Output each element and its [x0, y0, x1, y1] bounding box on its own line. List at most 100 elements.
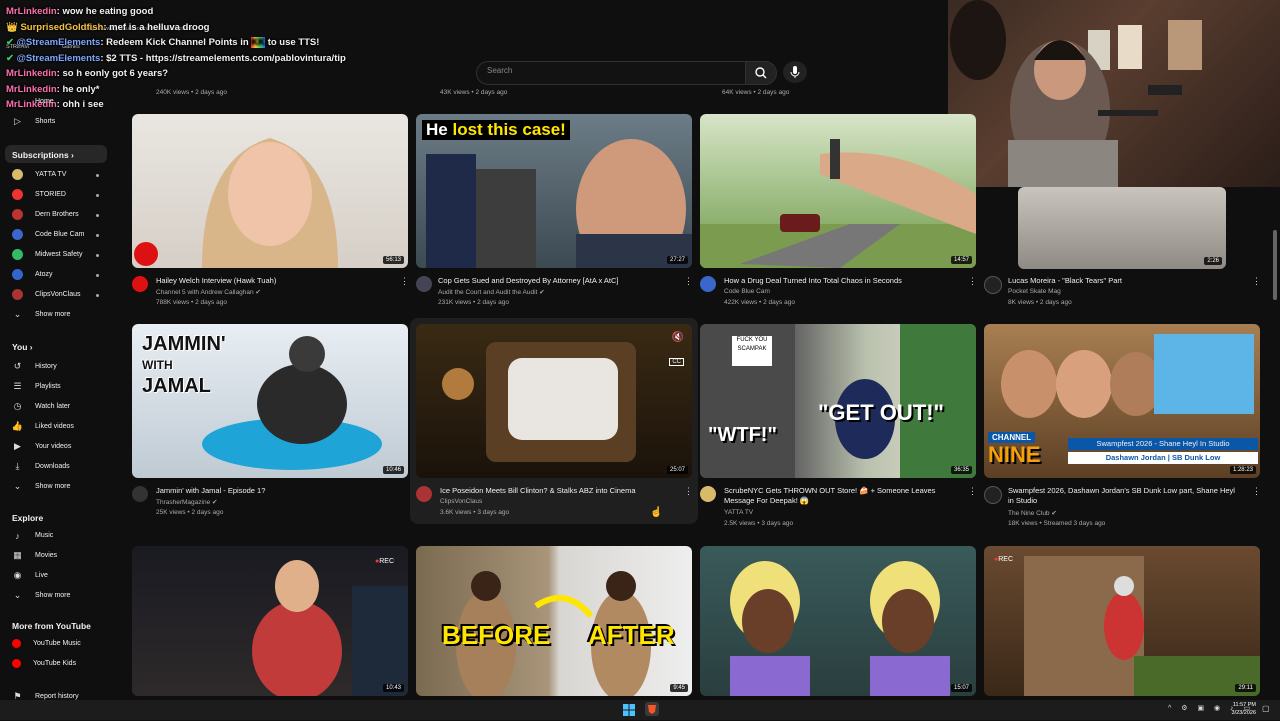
sidebar-item-home[interactable]: Home [12, 96, 54, 107]
page-scrollbar[interactable] [1273, 230, 1277, 300]
sidebar-header-you[interactable]: You › [12, 342, 33, 352]
crown-icon: 👑 [6, 21, 21, 33]
channel-name[interactable]: YATTA TV [724, 509, 753, 516]
search-input[interactable]: Search [476, 61, 746, 85]
video-meta: 422K views • 2 days ago [724, 299, 795, 306]
video-title[interactable]: Jammin' with Jamal - Episode 1? [156, 486, 265, 496]
channel-avatar[interactable] [416, 276, 432, 292]
show-more-button[interactable]: ⌄ Show more [12, 481, 71, 492]
notification-icon[interactable]: ▢ [1262, 704, 1270, 713]
sidebar-item-playlists[interactable]: ☰ Playlists [12, 381, 60, 392]
channel-name[interactable]: Code Blue Cam [724, 288, 770, 295]
more-options-icon[interactable]: ⋮ [1252, 486, 1261, 497]
show-more-button[interactable]: ⌄ Show more [12, 590, 71, 601]
chevron-down-icon: ⌄ [13, 309, 22, 319]
channel-name[interactable]: Channel 5 with Andrew Callaghan ✔ [156, 288, 261, 296]
video-title[interactable]: Ice Poseidon Meets Bill Clinton? & Stalk… [440, 486, 636, 496]
more-options-icon[interactable]: ⋮ [684, 276, 693, 287]
channel-avatar[interactable] [132, 276, 148, 292]
channel-name[interactable]: Audit the Court and Audit the Audit ✔ [438, 288, 545, 296]
video-duration: 1:28:23 [1229, 466, 1256, 474]
video-title[interactable]: Lucas Moreira - "Black Tears" Part [1008, 276, 1122, 286]
captions-icon[interactable]: CC [669, 358, 684, 366]
video-thumbnail[interactable]: 15:07 [700, 546, 976, 696]
sidebar-item-sub[interactable]: YATTA TV [12, 169, 66, 180]
windows-start-icon[interactable] [623, 703, 635, 716]
sidebar-item-watch-later[interactable]: ◷ Watch later [12, 401, 71, 412]
sidebar-item-sub[interactable]: Midwest Safety [12, 249, 82, 260]
video-thumbnail[interactable]: BEFORE AFTER 9:45 [416, 546, 692, 696]
channel-avatar[interactable] [984, 486, 1002, 504]
channel-name[interactable]: The Nine Club ✔ [1008, 509, 1057, 517]
sidebar-item-liked[interactable]: 👍 Liked videos [12, 421, 74, 432]
youtube-kids-icon [12, 659, 21, 668]
channel-avatar[interactable] [416, 486, 432, 502]
sidebar-item-youtube-music[interactable]: YouTube Music [12, 639, 81, 648]
video-thumbnail[interactable]: FUCK YOU SCAMPAK "WTF!" "GET OUT!" 36:35 [700, 324, 976, 478]
sidebar-item-movies[interactable]: ▦ Movies [12, 550, 57, 561]
video-thumbnail[interactable]: JAMMIN' WITH JAMAL 10:46 [132, 324, 408, 478]
video-thumbnail[interactable]: ●REC 29:11 [984, 546, 1260, 696]
video-title-line2[interactable]: in Studio [1008, 496, 1037, 506]
channel-avatar[interactable] [132, 486, 148, 502]
show-more-button[interactable]: ⌄ Show more [12, 309, 71, 320]
sidebar-item-youtube-kids[interactable]: YouTube Kids [12, 659, 76, 668]
sidebar-item-label: History [35, 363, 57, 370]
home-icon [12, 96, 23, 107]
browser-taskbar-icon[interactable] [645, 702, 659, 716]
video-thumbnail[interactable]: ●REC 10:43 [132, 546, 408, 696]
stream-chat-overlay: MrLinkedin: wow he eating good 👑 Surpris… [6, 4, 506, 113]
voice-search-button[interactable] [783, 61, 807, 83]
sidebar-item-sub[interactable]: STORIED [12, 189, 66, 200]
channel-name[interactable]: Pocket Skate Mag [1008, 288, 1061, 295]
more-options-icon[interactable]: ⋮ [968, 276, 977, 287]
video-thumbnail[interactable]: 2:26 [1018, 187, 1226, 269]
sidebar-item-sub[interactable]: Dern Brothers [12, 209, 79, 220]
channel-avatar[interactable] [984, 276, 1002, 294]
sidebar-item-history[interactable]: ↺ History [12, 361, 57, 372]
sidebar-item-your-videos[interactable]: ▶ Your videos [12, 441, 71, 452]
mute-icon[interactable]: 🔇 [672, 332, 684, 343]
video-thumbnail[interactable]: CHANNEL NINE Swampfest 2026 - Shane Heyl… [984, 324, 1260, 478]
sidebar-item-label: YATTA TV [35, 171, 67, 178]
channel-name[interactable]: ThrasherMagazine ✔ [156, 498, 217, 506]
sidebar-item-shorts[interactable]: ▷ Shorts [12, 116, 55, 127]
sidebar-item-sub[interactable]: ClipsVonClaus [12, 289, 81, 300]
video-title[interactable]: Hailey Welch Interview (Hawk Tuah) [156, 276, 276, 286]
live-dot [96, 234, 99, 237]
video-title[interactable]: Cop Gets Sued and Destroyed By Attorney … [438, 276, 619, 286]
video-title[interactable]: Swampfest 2026, Dashawn Jordan's SB Dunk… [1008, 486, 1235, 496]
live-icon: ◉ [13, 570, 22, 580]
video-title[interactable]: ScrubeNYC Gets THROWN OUT Store! 🍰 + Som… [724, 486, 935, 496]
channel-avatar[interactable] [700, 486, 716, 502]
rec-indicator: ●REC [994, 556, 1014, 563]
video-thumbnail[interactable]: 14:57 [700, 114, 976, 268]
more-options-icon[interactable]: ⋮ [1252, 276, 1261, 287]
search-button[interactable] [745, 61, 777, 85]
sidebar-item-downloads[interactable]: ⤓ Downloads [12, 461, 70, 472]
sidebar-item-sub[interactable]: Atozy [12, 269, 53, 280]
thumbnail-image [1024, 556, 1260, 696]
channel-avatar [12, 189, 23, 200]
video-duration: 29:11 [1235, 684, 1256, 692]
video-title[interactable]: How a Drug Deal Turned Into Total Chaos … [724, 276, 902, 286]
sidebar-item-music[interactable]: ♪ Music [12, 530, 53, 541]
video-thumbnail[interactable]: 🔇 CC 25:07 [416, 324, 692, 478]
shorts-icon: ▷ [14, 116, 21, 126]
download-icon: ⤓ [15, 461, 20, 471]
sidebar-item-live[interactable]: ◉ Live [12, 570, 48, 581]
sidebar-header-subscriptions[interactable]: Subscriptions › [12, 150, 74, 160]
chat-message: 👑 SurprisedGoldfish: mef is a helluva dr… [6, 21, 210, 33]
video-thumbnail[interactable]: 56:13 [132, 114, 408, 268]
taskbar-clock[interactable]: 11:57 PM 3/23/2026 [1232, 701, 1256, 717]
channel-avatar[interactable] [700, 276, 716, 292]
video-thumbnail[interactable]: He lost this case! 27:27 [416, 114, 692, 268]
more-options-icon[interactable]: ⋮ [968, 486, 977, 497]
sidebar-item-label: YouTube Kids [33, 660, 77, 667]
more-options-icon[interactable]: ⋮ [400, 276, 409, 287]
more-options-icon[interactable]: ⋮ [684, 486, 693, 497]
video-title-line2[interactable]: Message For Deepak! 😱 [724, 496, 809, 506]
channel-name[interactable]: ClipsVonClaus [440, 498, 482, 505]
sidebar-item-sub[interactable]: Code Blue Cam [12, 229, 84, 240]
live-dot [96, 194, 99, 197]
